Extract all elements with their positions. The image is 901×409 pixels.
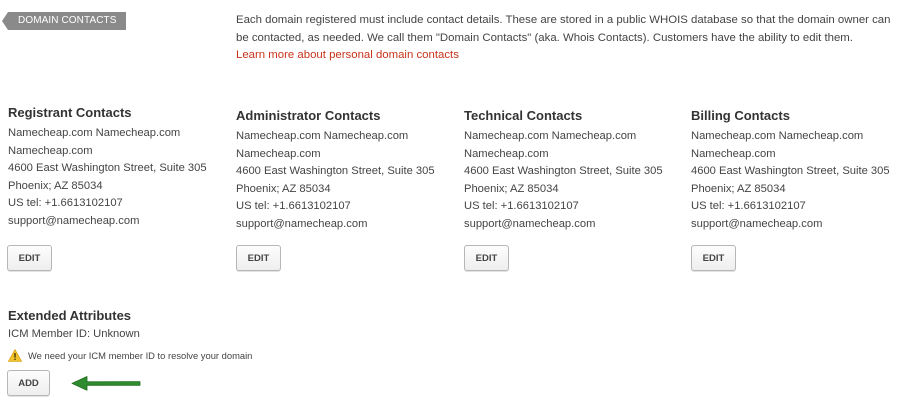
contact-title: Billing Contacts — [691, 108, 790, 123]
edit-technical-button[interactable]: EDIT — [464, 245, 509, 271]
contact-name: Namecheap.com Namecheap.com — [464, 130, 637, 142]
contact-city: Phoenix; AZ 85034 — [236, 182, 331, 195]
contact-city: Phoenix; AZ 85034 — [464, 182, 559, 195]
contact-name: Namecheap.com Namecheap.com — [691, 130, 864, 142]
add-icm-id-button[interactable]: ADD — [7, 370, 50, 396]
contact-org: Namecheap.com — [691, 147, 776, 160]
contact-details: Namecheap.com Namecheap.com Namecheap.co… — [236, 128, 451, 234]
administrator-contacts: Administrator Contacts Namecheap.com Nam… — [236, 107, 451, 234]
contact-phone: US tel: +1.6613102107 — [236, 200, 351, 213]
contact-title: Registrant Contacts — [8, 105, 132, 120]
contact-city: Phoenix; AZ 85034 — [8, 179, 103, 192]
arrow-left-icon — [70, 373, 142, 393]
contact-title: Administrator Contacts — [236, 108, 381, 123]
edit-administrator-button[interactable]: EDIT — [236, 245, 281, 271]
icm-member-id: ICM Member ID: Unknown — [8, 328, 140, 340]
contact-org: Namecheap.com — [464, 147, 549, 160]
contact-email: support@namecheap.com — [464, 217, 596, 230]
contact-address: 4600 East Washington Street, Suite 305 — [236, 165, 435, 178]
contact-org: Namecheap.com — [236, 147, 321, 160]
section-tag-domain-contacts: DOMAIN CONTACTS — [2, 12, 126, 30]
contact-email: support@namecheap.com — [691, 217, 823, 230]
contact-email: support@namecheap.com — [236, 217, 368, 230]
contact-phone: US tel: +1.6613102107 — [464, 200, 579, 213]
technical-contacts: Technical Contacts Namecheap.com Nameche… — [464, 107, 679, 234]
billing-contacts: Billing Contacts Namecheap.com Namecheap… — [691, 107, 901, 234]
contact-name: Namecheap.com Namecheap.com — [236, 130, 409, 142]
edit-billing-button[interactable]: EDIT — [691, 245, 736, 271]
contact-address: 4600 East Washington Street, Suite 305 — [464, 165, 663, 178]
intro-description: Each domain registered must include cont… — [236, 12, 896, 65]
warning-icon — [8, 348, 23, 362]
learn-more-link[interactable]: Learn more about personal domain contact… — [236, 49, 459, 61]
edit-registrant-button[interactable]: EDIT — [7, 245, 52, 271]
contact-details: Namecheap.com Namecheap.com Namecheap.co… — [8, 125, 223, 231]
contact-name: Namecheap.com Namecheap.com — [8, 127, 181, 139]
contact-address: 4600 East Washington Street, Suite 305 — [8, 162, 207, 175]
icm-warning: We need your ICM member ID to resolve yo… — [8, 348, 252, 362]
warning-text: We need your ICM member ID to resolve yo… — [28, 349, 253, 361]
registrant-contacts: Registrant Contacts Namecheap.com Namech… — [8, 104, 223, 231]
contact-phone: US tel: +1.6613102107 — [8, 197, 123, 210]
intro-text: Each domain registered must include cont… — [236, 14, 891, 44]
contact-phone: US tel: +1.6613102107 — [691, 200, 806, 213]
contact-details: Namecheap.com Namecheap.com Namecheap.co… — [691, 128, 901, 234]
contact-org: Namecheap.com — [8, 144, 93, 157]
contact-city: Phoenix; AZ 85034 — [691, 182, 786, 195]
contact-email: support@namecheap.com — [8, 214, 140, 227]
extended-attributes-title: Extended Attributes — [8, 308, 132, 323]
contact-title: Technical Contacts — [464, 108, 583, 123]
contact-details: Namecheap.com Namecheap.com Namecheap.co… — [464, 128, 679, 234]
contact-address: 4600 East Washington Street, Suite 305 — [691, 165, 890, 178]
